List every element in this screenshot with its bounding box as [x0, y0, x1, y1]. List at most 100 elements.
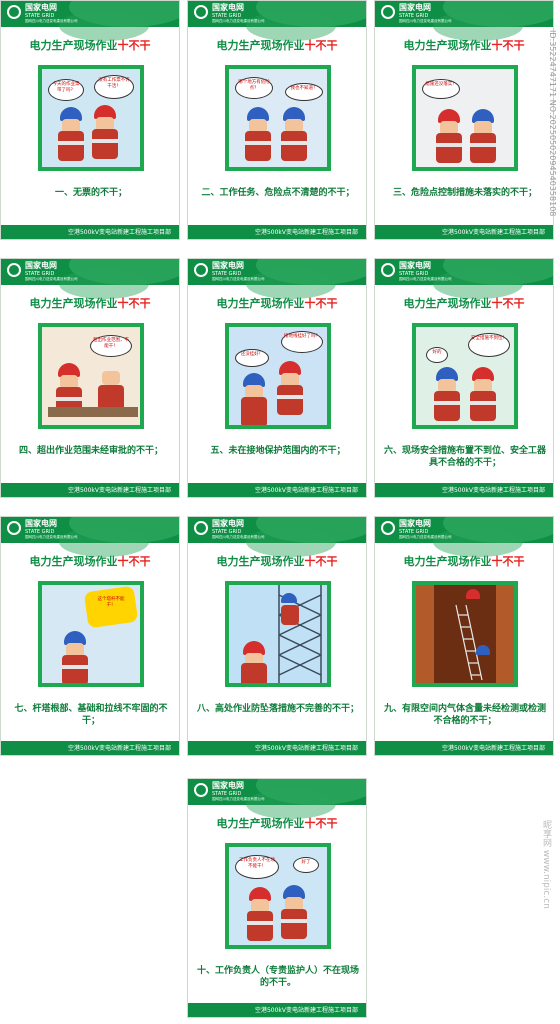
- header-band: 国家电网 STATE GRID 国网四川电力送变电建设有限公司: [375, 259, 553, 299]
- speech-bubble: 超出作业范围，不能干！: [90, 335, 132, 357]
- footer-band: 空港500kV变电站新建工程施工项目部: [188, 1003, 366, 1017]
- footer-band: 空港500kV变电站新建工程施工项目部: [375, 225, 553, 239]
- cartoon-illustration: [225, 581, 331, 687]
- cartoon-illustration: 措施还没落实！: [412, 65, 518, 171]
- ladder-illustration: [455, 604, 483, 681]
- company-name: 国网四川电力送变电建设有限公司: [399, 535, 452, 539]
- footer-band: 空港500kV变电站新建工程施工项目部: [375, 741, 553, 755]
- poster-title: 电力生产现场作业十不干: [403, 555, 525, 568]
- speech-bubble: 好了: [293, 857, 319, 873]
- header-band: 国家电网 STATE GRID 国网四川电力送变电建设有限公司: [188, 517, 366, 557]
- brand-name: 国家电网: [399, 261, 431, 270]
- speech-bubble: 安全措施不到位！: [468, 333, 510, 357]
- poster-title: 电力生产现场作业十不干: [29, 39, 151, 52]
- header-band: 国家电网 STATE GRID 国网四川电力送变电建设有限公司: [188, 259, 366, 299]
- poster-panel-10: 国家电网 STATE GRID 国网四川电力送变电建设有限公司 电力生产现场作业…: [187, 778, 367, 1018]
- poster-title: 电力生产现场作业十不干: [403, 39, 525, 52]
- poster-panel-6: 国家电网 STATE GRID 国网四川电力送变电建设有限公司 电力生产现场作业…: [374, 258, 554, 498]
- poster-title: 电力生产现场作业十不干: [29, 555, 151, 568]
- company-name: 国网四川电力送变电建设有限公司: [399, 19, 452, 23]
- poster-title: 电力生产现场作业十不干: [403, 297, 525, 310]
- poster-title: 电力生产现场作业十不干: [216, 817, 338, 830]
- poster-panel-7: 国家电网 STATE GRID 国网四川电力送变电建设有限公司 电力生产现场作业…: [0, 516, 180, 756]
- rule-caption: 二、工作任务、危险点不清楚的不干；: [201, 188, 355, 198]
- brand-name: 国家电网: [212, 781, 244, 790]
- poster-panel-5: 国家电网 STATE GRID 国网四川电力送变电建设有限公司 电力生产现场作业…: [187, 258, 367, 498]
- image-id-watermark: ID:35224747171 NO:20250502094540358108: [548, 30, 557, 217]
- rule-caption: 四、超出作业范围未经审批的不干；: [18, 446, 163, 456]
- speech-bubble: 措施还没落实！: [422, 79, 460, 99]
- cartoon-illustration: 这个塔杆不能干！: [38, 581, 144, 687]
- brand-name: 国家电网: [25, 261, 57, 270]
- cartoon-illustration: 哪个地方有危险点？ 我也不知道！: [225, 65, 331, 171]
- header-band: 国家电网 STATE GRID 国网四川电力送变电建设有限公司: [1, 259, 179, 299]
- state-grid-logo-icon: [194, 521, 208, 535]
- footer-band: 空港500kV变电站新建工程施工项目部: [1, 741, 179, 755]
- cartoon-illustration: 超出作业范围，不能干！: [38, 323, 144, 429]
- poster-title: 电力生产现场作业十不干: [29, 297, 151, 310]
- state-grid-logo-icon: [7, 521, 21, 535]
- brand-name: 国家电网: [399, 3, 431, 12]
- speech-bubble: 接地线挂好了吗？: [281, 331, 323, 353]
- footer-band: 空港500kV变电站新建工程施工项目部: [375, 483, 553, 497]
- speech-bubble: 没有工作票不许干活！: [94, 75, 134, 99]
- rule-caption: 五、未在接地保护范围内的不干；: [210, 446, 346, 456]
- cartoon-illustration: 安全措施不到位！ 好的: [412, 323, 518, 429]
- poster-panel-4: 国家电网 STATE GRID 国网四川电力送变电建设有限公司 电力生产现场作业…: [0, 258, 180, 498]
- state-grid-logo-icon: [194, 783, 208, 797]
- speech-bubble: 工作负责人不在场不能干！: [235, 855, 279, 879]
- speech-bubble: 还没挂好！: [235, 349, 269, 367]
- header-band: 国家电网 STATE GRID 国网四川电力送变电建设有限公司: [1, 1, 179, 41]
- rule-caption: 六、现场安全措施布置不到位、安全工器具不合格的不干；: [383, 446, 546, 468]
- footer-band: 空港500kV变电站新建工程施工项目部: [1, 483, 179, 497]
- poster-panel-1: 国家电网 STATE GRID 国网四川电力送变电建设有限公司 电力生产现场作业…: [0, 0, 180, 240]
- rule-caption: 七、杆塔根部、基础和拉线不牢固的不干；: [14, 704, 168, 726]
- poster-title: 电力生产现场作业十不干: [216, 297, 338, 310]
- poster-panel-8: 国家电网 STATE GRID 国网四川电力送变电建设有限公司 电力生产现场作业…: [187, 516, 367, 756]
- footer-band: 空港500kV变电站新建工程施工项目部: [188, 225, 366, 239]
- rule-caption: 三、危险点控制措施未落实的不干；: [392, 188, 537, 198]
- poster-panel-2: 国家电网 STATE GRID 国网四川电力送变电建设有限公司 电力生产现场作业…: [187, 0, 367, 240]
- brand-name: 国家电网: [212, 261, 244, 270]
- poster-title: 电力生产现场作业十不干: [216, 555, 338, 568]
- company-name: 国网四川电力送变电建设有限公司: [25, 19, 78, 23]
- cartoon-illustration: [412, 581, 518, 687]
- cartoon-illustration: 今天的作业票带了吗？ 没有工作票不许干活！: [38, 65, 144, 171]
- header-band: 国家电网 STATE GRID 国网四川电力送变电建设有限公司: [375, 1, 553, 41]
- state-grid-logo-icon: [194, 5, 208, 19]
- rule-caption: 九、有限空间内气体含量未经检测或检测不合格的不干；: [383, 704, 546, 726]
- company-name: 国网四川电力送变电建设有限公司: [212, 797, 265, 801]
- header-band: 国家电网 STATE GRID 国网四川电力送变电建设有限公司: [375, 517, 553, 557]
- footer-band: 空港500kV变电站新建工程施工项目部: [188, 483, 366, 497]
- company-name: 国网四川电力送变电建设有限公司: [25, 277, 78, 281]
- speech-bubble: 好的: [426, 347, 448, 363]
- speech-bubble: 今天的作业票带了吗？: [48, 79, 84, 101]
- footer-band: 空港500kV变电站新建工程施工项目部: [1, 225, 179, 239]
- brand-name: 国家电网: [25, 3, 57, 12]
- state-grid-logo-icon: [381, 5, 395, 19]
- company-name: 国网四川电力送变电建设有限公司: [25, 535, 78, 539]
- header-band: 国家电网 STATE GRID 国网四川电力送变电建设有限公司: [188, 779, 366, 819]
- brand-name: 国家电网: [212, 519, 244, 528]
- company-name: 国网四川电力送变电建设有限公司: [212, 277, 265, 281]
- header-band: 国家电网 STATE GRID 国网四川电力送变电建设有限公司: [188, 1, 366, 41]
- state-grid-logo-icon: [194, 263, 208, 277]
- site-watermark: 昵享网 www.nipic.cn: [541, 820, 551, 909]
- speech-bubble: 哪个地方有危险点？: [235, 77, 273, 99]
- state-grid-logo-icon: [7, 263, 21, 277]
- speech-bubble: 这个塔杆不能干！: [92, 595, 130, 617]
- footer-band: 空港500kV变电站新建工程施工项目部: [188, 741, 366, 755]
- brand-name: 国家电网: [399, 519, 431, 528]
- rule-caption: 十、工作负责人（专责监护人）不在现场的不干。: [196, 966, 359, 988]
- header-band: 国家电网 STATE GRID 国网四川电力送变电建设有限公司: [1, 517, 179, 557]
- company-name: 国网四川电力送变电建设有限公司: [212, 535, 265, 539]
- brand-name: 国家电网: [212, 3, 244, 12]
- state-grid-logo-icon: [381, 263, 395, 277]
- state-grid-logo-icon: [7, 5, 21, 19]
- company-name: 国网四川电力送变电建设有限公司: [399, 277, 452, 281]
- speech-bubble: 我也不知道！: [285, 83, 323, 101]
- poster-panel-9: 国家电网 STATE GRID 国网四川电力送变电建设有限公司 电力生产现场作业…: [374, 516, 554, 756]
- brand-name: 国家电网: [25, 519, 57, 528]
- poster-panel-3: 国家电网 STATE GRID 国网四川电力送变电建设有限公司 电力生产现场作业…: [374, 0, 554, 240]
- poster-title: 电力生产现场作业十不干: [216, 39, 338, 52]
